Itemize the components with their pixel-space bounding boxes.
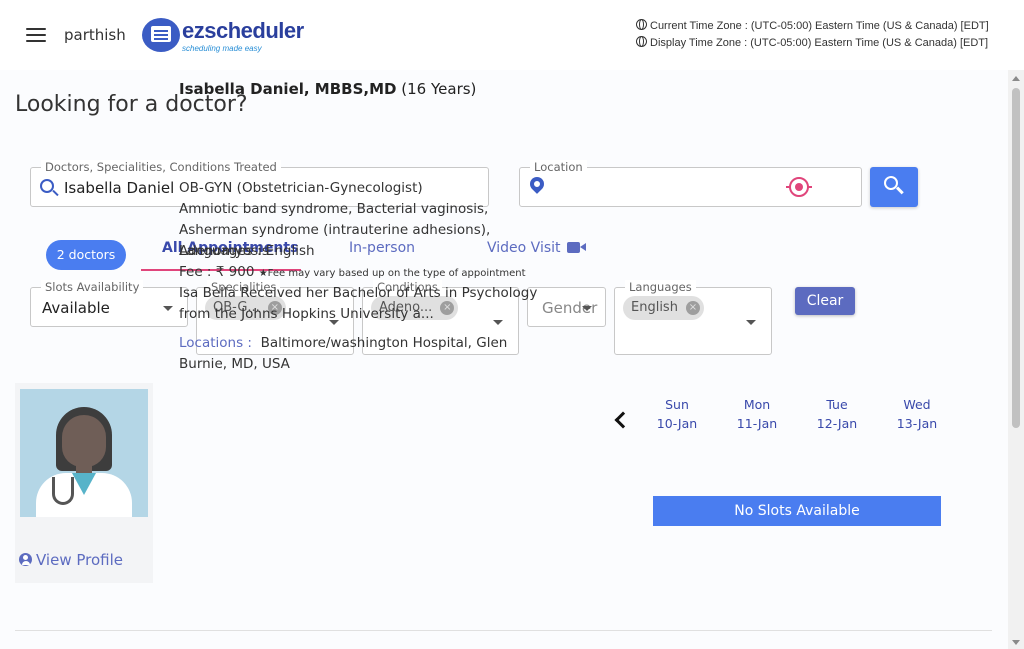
doctor-speciality: OB-GYN (Obstetrician-Gynecologist) [179, 180, 423, 196]
scroll-down-icon[interactable] [1012, 640, 1020, 645]
chevron-down-icon [163, 306, 173, 311]
clear-filters-button[interactable]: Clear [795, 287, 855, 315]
chevron-down-icon [746, 320, 756, 325]
ezscheduler-logo[interactable]: ezscheduler scheduling made easy [140, 14, 310, 56]
search-icon [40, 179, 54, 193]
locations-label[interactable]: Locations : [179, 335, 252, 351]
app-header: parthish ezscheduler scheduling made eas… [0, 0, 1024, 70]
calendar-logo-icon [142, 18, 180, 52]
languages-label: Languages [625, 280, 696, 294]
globe-icon [636, 36, 647, 47]
display-timezone[interactable]: Display Time Zone : (UTC-05:00) Eastern … [636, 36, 988, 49]
no-slots-banner: No Slots Available [653, 496, 941, 526]
results-count-badge: 2 doctors [46, 240, 126, 270]
calendar-day-tue[interactable]: Tue 12-Jan [807, 395, 867, 433]
search-button[interactable] [870, 167, 918, 207]
logo-text: ezscheduler [182, 18, 304, 43]
doctor-fee: Fee : ₹ 900 ★Fee may vary based up on th… [179, 264, 526, 280]
calendar-day-sun[interactable]: Sun 10-Jan [647, 395, 707, 433]
languages-select[interactable]: Languages English × [614, 280, 772, 355]
chevron-down-icon [582, 306, 592, 311]
video-camera-icon [566, 242, 586, 253]
fee-note: ★Fee may vary based up on the type of ap… [258, 268, 526, 279]
location-field-label: Location [530, 160, 587, 174]
search-value[interactable]: Isabella Daniel [64, 179, 174, 197]
calendar-day-wed[interactable]: Wed 13-Jan [887, 395, 947, 433]
scrollbar-thumb[interactable] [1012, 88, 1020, 428]
language-chip: English × [623, 296, 704, 320]
username: parthish [64, 26, 126, 44]
location-pin-icon [527, 174, 547, 194]
remove-chip-icon[interactable]: × [685, 301, 700, 315]
logo-tagline: scheduling made easy [182, 44, 262, 53]
search-icon [884, 176, 898, 190]
doctor-languages: Languages : English [179, 243, 315, 259]
location-input[interactable]: Location [519, 160, 862, 207]
slots-label: Slots Availability [41, 280, 144, 294]
globe-icon [636, 19, 647, 30]
doctor-avatar[interactable] [20, 389, 148, 517]
user-circle-icon [19, 553, 32, 566]
doctor-bio: Isa Bella Received her Bachelor of Arts … [179, 285, 538, 322]
my-location-icon[interactable] [786, 177, 812, 197]
search-field-label: Doctors, Specialities, Conditions Treate… [41, 160, 281, 174]
main-content: Looking for a doctor? Doctors, Specialit… [0, 70, 1008, 649]
current-timezone: Current Time Zone : (UTC-05:00) Eastern … [636, 19, 989, 32]
doctor-locations: Locations : Baltimore/washington Hospita… [179, 335, 508, 372]
view-profile-link[interactable]: View Profile [19, 551, 123, 569]
vertical-scrollbar[interactable] [1008, 70, 1024, 649]
slots-value: Available [42, 299, 110, 317]
doctor-photo-panel: View Profile [15, 383, 153, 583]
card-divider [15, 630, 992, 631]
doctor-experience: (16 Years) [401, 80, 477, 98]
slots-availability-select[interactable]: Slots Availability Available [30, 280, 188, 327]
doctor-name[interactable]: Isabella Daniel, MBBS,MD (16 Years) [179, 80, 476, 98]
stethoscope-icon [52, 477, 74, 505]
menu-icon[interactable] [26, 28, 46, 42]
calendar-day-mon[interactable]: Mon 11-Jan [727, 395, 787, 433]
scroll-up-icon[interactable] [1012, 76, 1020, 81]
